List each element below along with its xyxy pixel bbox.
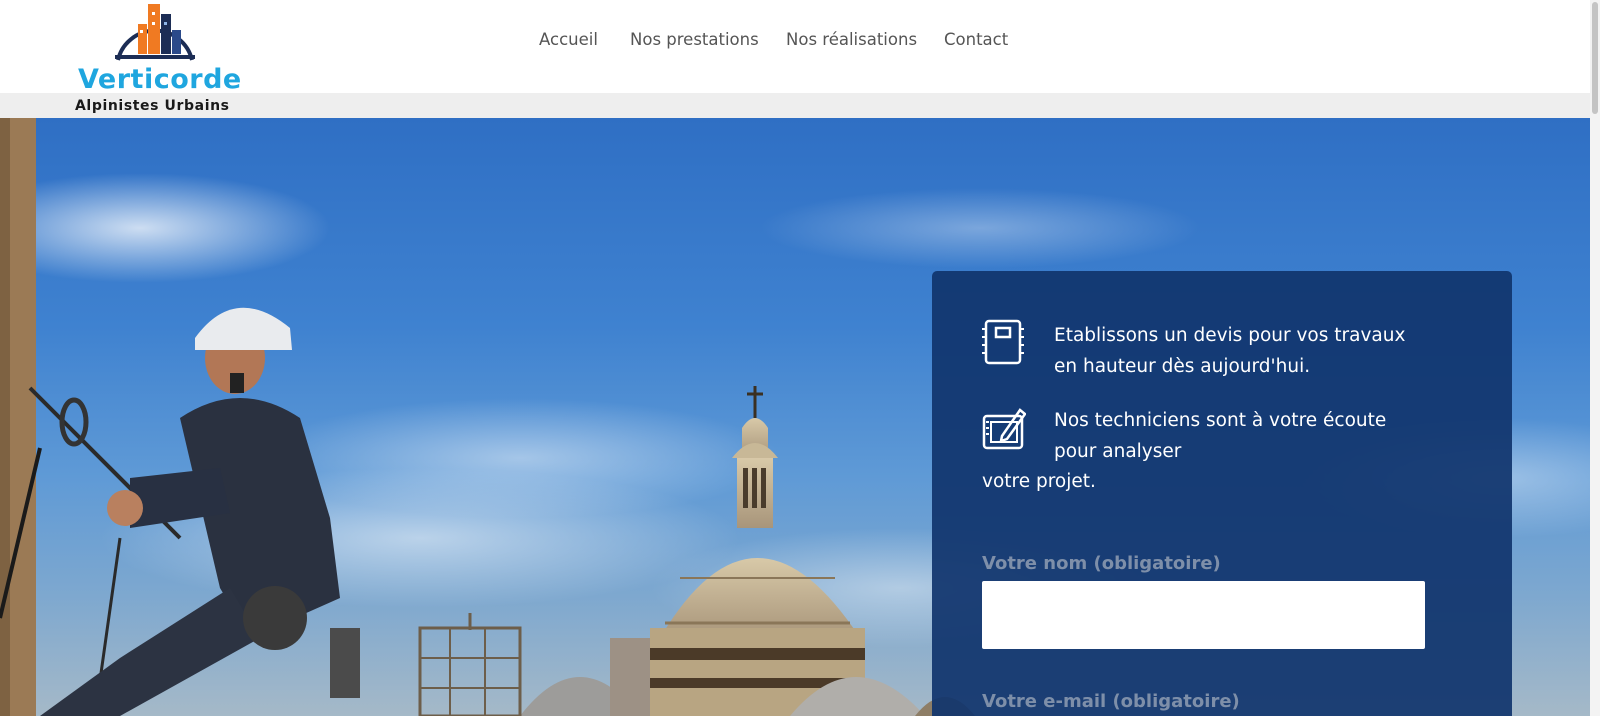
quote-form-panel: Etablissons un devis pour vos travaux en…: [932, 271, 1512, 716]
technicians-text-tail: votre projet.: [982, 471, 1096, 492]
main-nav: Accueil Nos prestations Nos réalisations…: [0, 30, 1600, 60]
nav-item-prestations[interactable]: Nos prestations: [630, 30, 759, 49]
name-field-label: Votre nom (obligatoire): [982, 553, 1221, 574]
site-logo[interactable]: Verticorde Alpinistes Urbains: [70, 0, 242, 116]
scrollbar-thumb[interactable]: [1592, 2, 1598, 114]
page-scrollbar[interactable]: [1590, 0, 1600, 716]
quote-intro-text: Etablissons un devis pour vos travaux en…: [1054, 325, 1406, 377]
technicians-text: Nos techniciens sont à votre écoute pour…: [1054, 410, 1387, 462]
nav-item-accueil[interactable]: Accueil: [539, 30, 598, 49]
logo-brand-name: Verticorde: [78, 64, 242, 95]
rope-climber-illustration: [0, 307, 360, 716]
email-field-label: Votre e-mail (obligatoire): [982, 691, 1240, 712]
logo-tagline: Alpinistes Urbains: [75, 98, 230, 114]
nav-item-realisations[interactable]: Nos réalisations: [786, 30, 917, 49]
logo-buildings-icon: [115, 4, 195, 61]
drawing-tablet-icon: [982, 408, 1026, 450]
nav-item-contact[interactable]: Contact: [944, 30, 1008, 49]
notebook-icon: [982, 319, 1024, 365]
name-field[interactable]: [982, 581, 1425, 649]
